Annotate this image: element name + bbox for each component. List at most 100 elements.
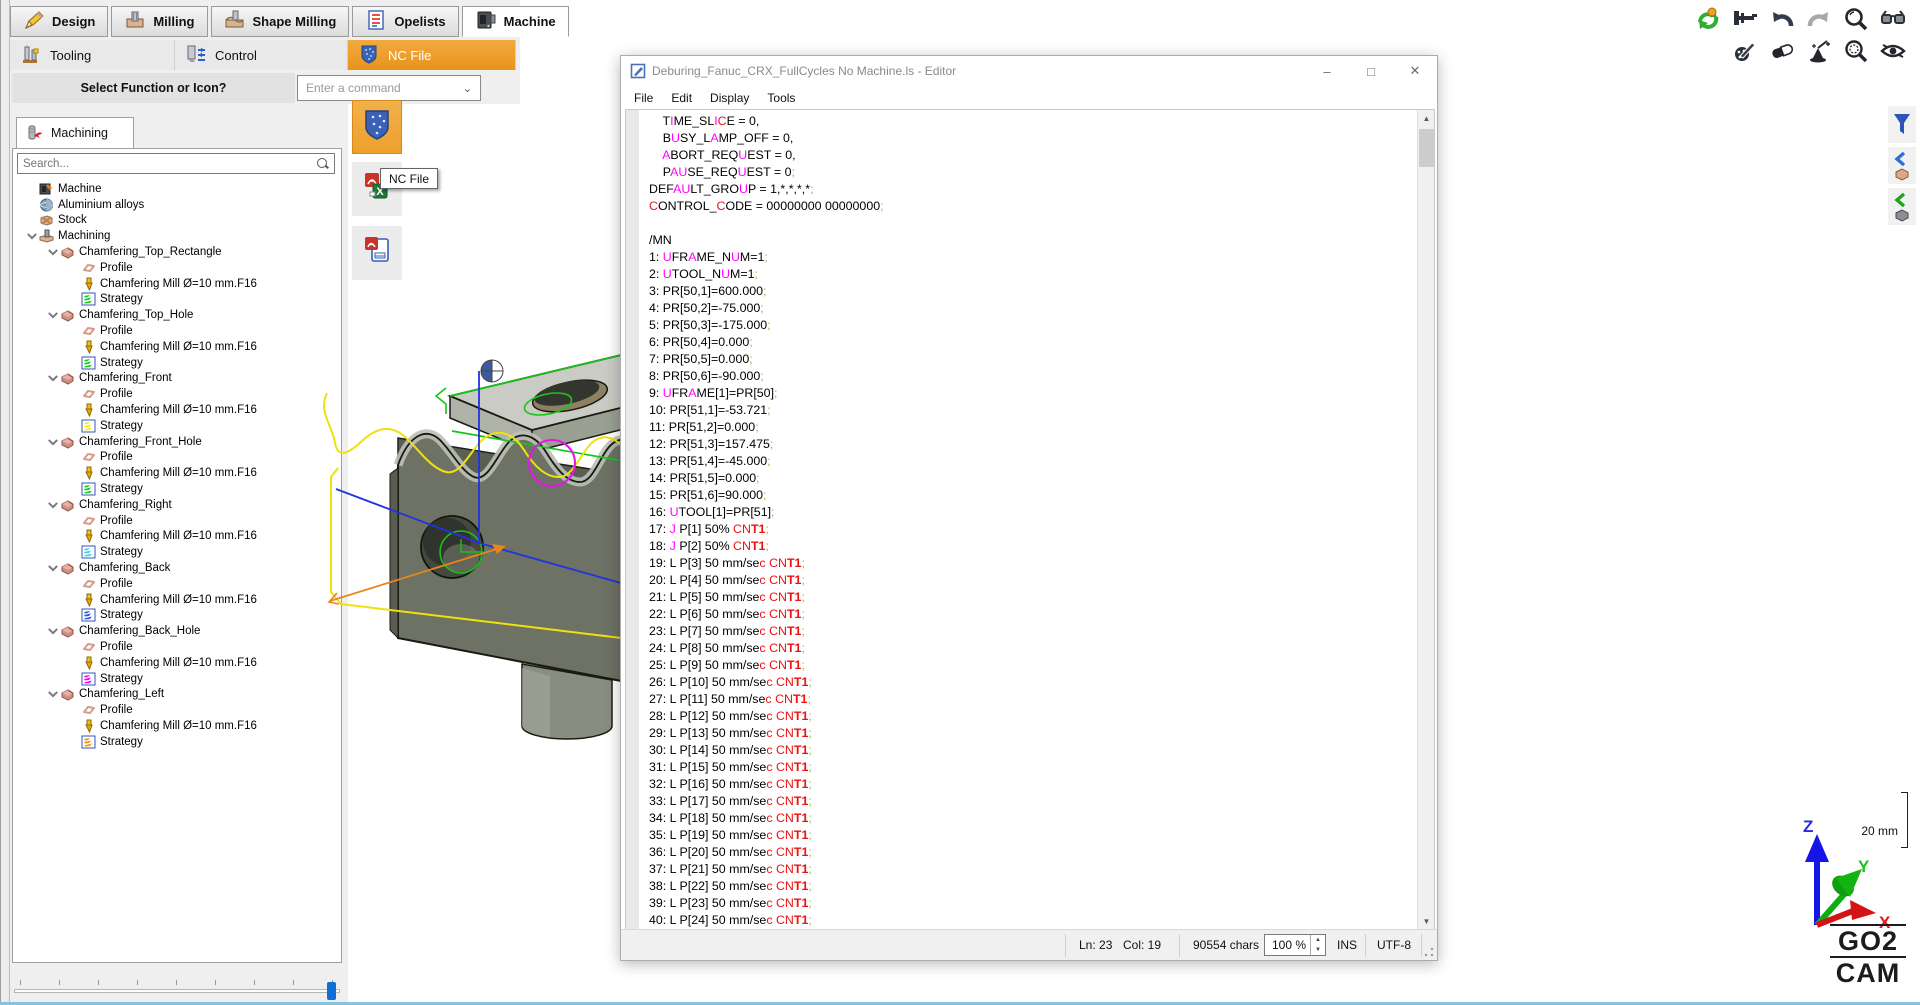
command-combobox[interactable]: Enter a command ⌄	[297, 75, 481, 101]
sync-icon[interactable]	[1694, 5, 1721, 32]
slider-track[interactable]	[14, 989, 340, 993]
scroll-down-icon[interactable]: ▼	[1418, 913, 1435, 930]
tree-item-machining[interactable]: Machining	[13, 228, 341, 244]
menu-tools[interactable]: Tools	[758, 91, 804, 105]
tab-machining[interactable]: Machining	[16, 117, 134, 148]
tree-item-machine[interactable]: Machine	[13, 181, 341, 197]
chevron-down-icon[interactable]	[46, 435, 60, 449]
spin-up-icon[interactable]: ▲	[1311, 935, 1325, 945]
tree-item-profile[interactable]: Profile	[13, 450, 341, 466]
tree-item-profile[interactable]: Profile	[13, 702, 341, 718]
tree-item-chamfering-front[interactable]: Chamfering_Front	[13, 371, 341, 387]
scroll-up-icon[interactable]: ▲	[1418, 110, 1435, 127]
minimize-button[interactable]: –	[1305, 56, 1349, 86]
tree-item-strategy[interactable]: Strategy	[13, 544, 341, 560]
maximize-button[interactable]: □	[1349, 56, 1393, 86]
tree-item-chamfering-left[interactable]: Chamfering_Left	[13, 687, 341, 703]
tree-search-box[interactable]	[17, 153, 335, 174]
tree-item-chamfering-mill-10-mm-f16[interactable]: Chamfering Mill Ø=10 mm.F16	[13, 276, 341, 292]
ribbon-tab-shape-milling[interactable]: Shape Milling	[211, 6, 350, 37]
chevron-down-icon[interactable]	[46, 624, 60, 638]
tree-item-chamfering-mill-10-mm-f16[interactable]: Chamfering Mill Ø=10 mm.F16	[13, 339, 341, 355]
redo-icon[interactable]	[1805, 5, 1832, 32]
menu-display[interactable]: Display	[701, 91, 758, 105]
tree-item-strategy[interactable]: Strategy	[13, 608, 341, 624]
tree-item-chamfering-mill-10-mm-f16[interactable]: Chamfering Mill Ø=10 mm.F16	[13, 718, 341, 734]
editor-titlebar[interactable]: Deburing_Fanuc_CRX_FullCycles No Machine…	[621, 56, 1437, 86]
tree-item-chamfering-top-hole[interactable]: Chamfering_Top_Hole	[13, 307, 341, 323]
slider-thumb[interactable]	[327, 982, 336, 1000]
chevron-down-icon[interactable]	[46, 308, 60, 322]
magic-wand-icon[interactable]	[1805, 37, 1832, 64]
tree-item-strategy[interactable]: Strategy	[13, 734, 341, 750]
tree-item-chamfering-back[interactable]: Chamfering_Back	[13, 560, 341, 576]
subtab-nc-file[interactable]: NC File	[348, 40, 516, 70]
chevron-down-icon[interactable]	[46, 687, 60, 701]
tree-item-profile[interactable]: Profile	[13, 323, 341, 339]
search-input[interactable]	[18, 158, 317, 170]
menu-file[interactable]: File	[625, 91, 662, 105]
tree-item-strategy[interactable]: Strategy	[13, 481, 341, 497]
close-button[interactable]: ✕	[1393, 56, 1437, 86]
tree-item-chamfering-back-hole[interactable]: Chamfering_Back_Hole	[13, 623, 341, 639]
editor-scrollbar[interactable]: ▲ ▼	[1417, 110, 1434, 930]
tree-item-stock[interactable]: Stock	[13, 213, 341, 229]
code-line: PAUSE_REQUEST = 0;	[649, 164, 1417, 181]
panel-splitter[interactable]	[0, 0, 10, 1005]
zoom-window-icon[interactable]	[1842, 37, 1869, 64]
view-glasses-icon[interactable]	[1879, 5, 1906, 32]
previous-part-icon[interactable]	[1888, 147, 1916, 184]
ribbon-tab-milling[interactable]: Milling	[111, 6, 207, 37]
tree-item-aluminium-alloys[interactable]: Aluminium alloys	[13, 197, 341, 213]
tree-item-profile[interactable]: Profile	[13, 639, 341, 655]
tree-zoom-slider[interactable]	[14, 978, 340, 1002]
measure-icon[interactable]	[1731, 5, 1758, 32]
customize-icon[interactable]	[1731, 37, 1758, 64]
chevron-down-icon[interactable]: ⌄	[463, 82, 472, 95]
chevron-down-icon[interactable]	[46, 498, 60, 512]
tree-item-strategy[interactable]: Strategy	[13, 292, 341, 308]
chevron-down-icon[interactable]	[46, 245, 60, 259]
tree-item-strategy[interactable]: Strategy	[13, 355, 341, 371]
tree-item-strategy[interactable]: Strategy	[13, 418, 341, 434]
ribbon-tab-opelists[interactable]: Opelists	[352, 6, 458, 37]
tree-item-chamfering-mill-10-mm-f16[interactable]: Chamfering Mill Ø=10 mm.F16	[13, 465, 341, 481]
spin-down-icon[interactable]: ▼	[1311, 945, 1325, 955]
tree-item-chamfering-mill-10-mm-f16[interactable]: Chamfering Mill Ø=10 mm.F16	[13, 529, 341, 545]
visibility-icon[interactable]	[1879, 37, 1906, 64]
scrollbar-thumb[interactable]	[1419, 129, 1434, 167]
ribbon-tab-design[interactable]: Design	[10, 6, 108, 37]
subtab-tooling[interactable]: Tooling	[10, 40, 175, 70]
ribbon-tab-machine[interactable]: Machine	[462, 6, 569, 37]
tree-item-strategy[interactable]: Strategy	[13, 671, 341, 687]
undo-icon[interactable]	[1768, 5, 1795, 32]
menu-edit[interactable]: Edit	[662, 91, 701, 105]
tree-item-chamfering-front-hole[interactable]: Chamfering_Front_Hole	[13, 434, 341, 450]
chevron-down-icon[interactable]	[46, 561, 60, 575]
tree-item-profile[interactable]: Profile	[13, 386, 341, 402]
tree-item-chamfering-top-rectangle[interactable]: Chamfering_Top_Rectangle	[13, 244, 341, 260]
tree-item-chamfering-mill-10-mm-f16[interactable]: Chamfering Mill Ø=10 mm.F16	[13, 402, 341, 418]
chevron-down-icon[interactable]	[25, 229, 39, 243]
tool-icon	[81, 403, 96, 417]
tree-item-chamfering-mill-10-mm-f16[interactable]: Chamfering Mill Ø=10 mm.F16	[13, 592, 341, 608]
tree-item-chamfering-mill-10-mm-f16[interactable]: Chamfering Mill Ø=10 mm.F16	[13, 655, 341, 671]
zoom-spinner[interactable]: 100 % ▲▼	[1264, 934, 1326, 956]
tree-item-chamfering-right[interactable]: Chamfering_Right	[13, 497, 341, 513]
code-line: 40: L P[24] 50 mm/sec CNT1;	[649, 912, 1417, 929]
subtab-control[interactable]: Control	[175, 40, 348, 70]
next-part-icon[interactable]	[1888, 188, 1916, 225]
zoom-icon[interactable]	[1842, 5, 1869, 32]
editor-window[interactable]: Deburing_Fanuc_CRX_FullCycles No Machine…	[620, 55, 1438, 961]
tree-item-profile[interactable]: Profile	[13, 576, 341, 592]
eraser-icon[interactable]	[1768, 37, 1795, 64]
filter-icon[interactable]	[1888, 106, 1916, 143]
nc-file-button[interactable]	[352, 100, 402, 154]
code-lines[interactable]: TIME_SLICE = 0, BUSY_LAMP_OFF = 0, ABORT…	[639, 113, 1417, 930]
tree-item-profile[interactable]: Profile	[13, 513, 341, 529]
tree-item-profile[interactable]: Profile	[13, 260, 341, 276]
report-pdf-button[interactable]	[352, 226, 402, 280]
resize-grip[interactable]	[1424, 947, 1434, 957]
chevron-down-icon[interactable]	[46, 371, 60, 385]
editor-code-area[interactable]: TIME_SLICE = 0, BUSY_LAMP_OFF = 0, ABORT…	[625, 109, 1435, 931]
